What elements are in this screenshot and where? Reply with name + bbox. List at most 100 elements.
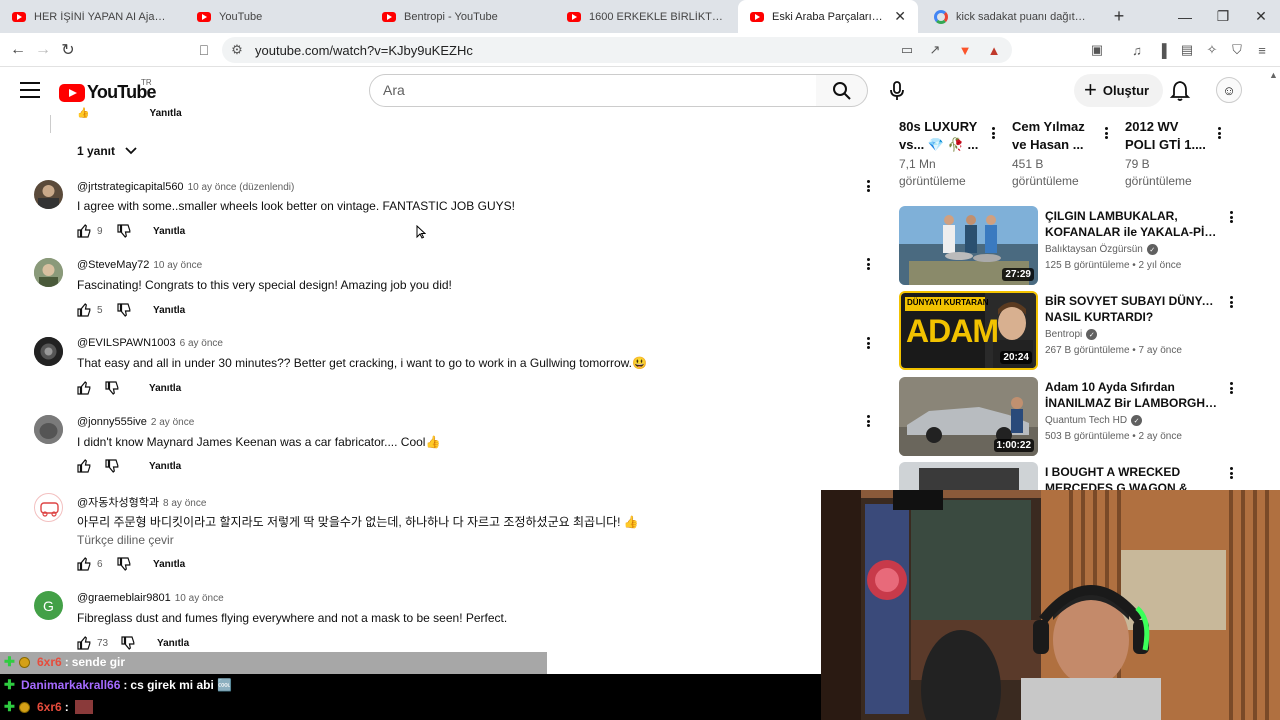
search-input[interactable] — [383, 80, 803, 100]
comment-time[interactable]: 10 ay önce — [153, 260, 202, 271]
commenter-avatar[interactable]: G — [34, 591, 63, 620]
scroll-up-icon[interactable]: ▲ — [1269, 70, 1278, 80]
translate-link[interactable]: Türkçe diline çevir — [77, 533, 174, 547]
rec-channel[interactable]: Balıktaysan Özgürsün ✓ — [1045, 244, 1158, 255]
reply-button[interactable]: Yanıtla — [149, 108, 181, 119]
like-icon[interactable] — [77, 636, 91, 650]
bookmark-icon[interactable]: ⎕ — [192, 38, 216, 62]
reading-list-icon[interactable]: ▐ — [1153, 41, 1171, 59]
vpn-icon[interactable]: ⛉ — [1228, 41, 1246, 59]
youtube-logo[interactable]: YouTube TR — [59, 78, 157, 103]
like-icon[interactable]: 👍 — [77, 108, 89, 119]
url-text[interactable]: youtube.com/watch?v=KJby9uKEZHc — [255, 43, 473, 58]
rec-video[interactable]: I BOUGHT A WRECKED MERCEDES G WAGON & ... — [899, 462, 1239, 490]
comment-author[interactable]: @jrtstrategicapital560 — [77, 181, 184, 193]
reply-button[interactable]: Yanıtla — [153, 226, 185, 237]
dislike-icon[interactable] — [105, 459, 119, 473]
forward-icon[interactable]: → — [31, 38, 55, 62]
dislike-icon[interactable] — [117, 224, 131, 238]
rec-more-icon[interactable] — [987, 126, 999, 140]
rec-more-icon[interactable] — [1225, 295, 1237, 309]
share-icon[interactable]: ↗ — [926, 41, 944, 59]
rec-more-icon[interactable] — [1213, 126, 1225, 140]
browser-tab[interactable]: YouTube — [185, 0, 368, 33]
comment-more-icon[interactable] — [862, 336, 874, 350]
video-thumbnail[interactable]: 1:00:22 — [899, 377, 1038, 456]
browser-tab-active[interactable]: Eski Araba Parçalarından Ö ✕ — [738, 0, 918, 33]
like-icon[interactable] — [77, 224, 91, 238]
rec-video[interactable]: 27:29 ÇILGIN LAMBUKALAR, KOFANALAR ile YA… — [899, 206, 1239, 286]
account-avatar[interactable]: ☺ — [1216, 77, 1242, 103]
reply-button[interactable]: Yanıtla — [149, 383, 181, 394]
reply-button[interactable]: Yanıtla — [149, 461, 181, 472]
commenter-avatar[interactable] — [34, 337, 63, 366]
hamburger-menu-icon[interactable] — [20, 82, 40, 98]
comment-time[interactable]: 2 ay önce — [151, 417, 194, 428]
comment-more-icon[interactable] — [862, 179, 874, 193]
comment-more-icon[interactable] — [862, 414, 874, 428]
browser-tab[interactable]: kick sadakat puanı dağıtma - G — [922, 0, 1105, 33]
rec-more-icon[interactable] — [1225, 210, 1237, 224]
browser-tab[interactable]: HER İŞİNİ YAPAN AI Ajanı OpenC — [0, 0, 183, 33]
rec-video[interactable]: DÜNYAYI KURTARAN ADAM 20:24 BİR SOVYET S… — [899, 291, 1239, 371]
sidebar-icon[interactable]: ▣ — [1088, 41, 1106, 59]
video-thumbnail[interactable]: 27:29 — [899, 206, 1038, 285]
comment-time[interactable]: 10 ay önce — [175, 593, 224, 604]
comment-author[interactable]: @SteveMay72 — [77, 259, 149, 271]
comment-author[interactable]: @자동차성형학과 — [77, 497, 159, 509]
back-icon[interactable]: ← — [6, 38, 30, 62]
restore-icon[interactable]: ❐ — [1204, 0, 1242, 33]
commenter-avatar[interactable] — [34, 415, 63, 444]
video-thumbnail[interactable]: DÜNYAYI KURTARAN ADAM 20:24 — [899, 291, 1038, 370]
like-icon[interactable] — [77, 459, 91, 473]
reply-button[interactable]: Yanıtla — [153, 559, 185, 570]
rec-video[interactable]: 1:00:22 Adam 10 Ayda Sıfırdan İNANILMAZ B… — [899, 377, 1239, 457]
like-icon[interactable] — [77, 557, 91, 571]
rec-title[interactable]: BİR SOVYET SUBAYI DÜNYAYI NASIL KURTARDI? — [1045, 293, 1220, 325]
leo-ai-icon[interactable]: ✧ — [1203, 41, 1221, 59]
like-icon[interactable] — [77, 381, 91, 395]
browser-tab[interactable]: 1600 ERKEKLE BİRLİKTE OLUP K — [555, 0, 738, 33]
reload-icon[interactable]: ↻ — [56, 38, 80, 62]
create-button[interactable]: + Oluştur — [1074, 74, 1164, 107]
rec-more-icon[interactable] — [1225, 381, 1237, 395]
brave-rewards-icon[interactable]: ▲ — [985, 41, 1003, 59]
rec-channel[interactable]: Quantum Tech HD ✓ — [1045, 415, 1143, 426]
rec-title[interactable]: I BOUGHT A WRECKED MERCEDES G WAGON & ... — [1045, 464, 1220, 490]
menu-icon[interactable]: ≡ — [1253, 41, 1271, 59]
comment-author[interactable]: @graemeblair9801 — [77, 592, 171, 604]
commenter-avatar[interactable] — [34, 180, 63, 209]
cast-icon[interactable]: ▭ — [898, 41, 916, 59]
rec-more-icon[interactable] — [1225, 466, 1237, 480]
brave-shield-icon[interactable]: ▼ — [956, 41, 974, 59]
commenter-avatar[interactable] — [34, 493, 63, 522]
notifications-bell-icon[interactable] — [1169, 80, 1191, 102]
rec-channel[interactable]: Bentropi ✓ — [1045, 329, 1098, 340]
close-window-icon[interactable]: ✕ — [1242, 0, 1280, 33]
browser-tab[interactable]: Bentropi - YouTube — [370, 0, 553, 33]
dislike-icon[interactable] — [117, 303, 131, 317]
chat-username[interactable]: 6xr6 — [37, 700, 62, 714]
chat-username[interactable]: 6xr6 — [37, 655, 62, 669]
minimize-icon[interactable]: — — [1166, 0, 1204, 33]
comment-author[interactable]: @jonny555ive — [77, 416, 147, 428]
new-tab-icon[interactable]: + — [1100, 0, 1138, 33]
dislike-icon[interactable] — [121, 636, 135, 650]
search-button[interactable] — [816, 74, 868, 107]
commenter-avatar[interactable] — [34, 258, 63, 287]
dislike-icon[interactable] — [105, 381, 119, 395]
comment-time[interactable]: 6 ay önce — [180, 338, 223, 349]
wallet-icon[interactable]: ▤ — [1178, 41, 1196, 59]
site-info-icon[interactable]: ⚙ — [228, 41, 246, 59]
video-thumbnail[interactable] — [899, 462, 1038, 490]
replies-toggle-button[interactable]: 1 yanıt — [77, 144, 137, 158]
reply-button[interactable]: Yanıtla — [157, 638, 189, 649]
comment-more-icon[interactable] — [862, 257, 874, 271]
music-icon[interactable]: ♫ — [1128, 41, 1146, 59]
rec-title[interactable]: ÇILGIN LAMBUKALAR, KOFANALAR ile YAKALA-P… — [1045, 208, 1220, 240]
comment-author[interactable]: @EVILSPAWN1003 — [77, 337, 176, 349]
comment-time[interactable]: 8 ay önce — [163, 498, 206, 509]
dislike-icon[interactable] — [117, 557, 131, 571]
rec-title[interactable]: Adam 10 Ayda Sıfırdan İNANILMAZ Bir LAMBO… — [1045, 379, 1220, 411]
reply-button[interactable]: Yanıtla — [153, 305, 185, 316]
